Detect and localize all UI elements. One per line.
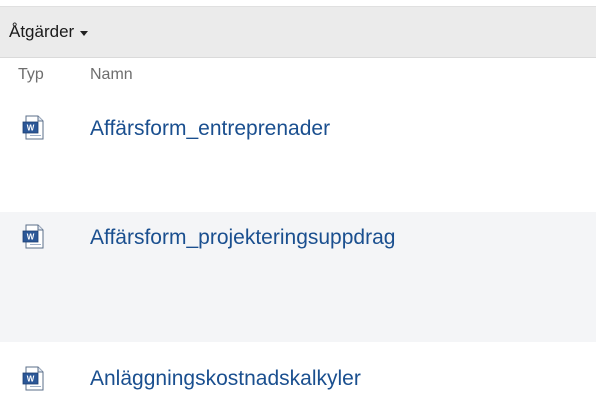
document-row: W Affärsform_entreprenader [0,100,596,208]
word-document-icon[interactable]: W [22,115,46,140]
document-link[interactable]: Affärsform_projekteringsuppdrag [90,226,395,250]
actions-menu-button[interactable]: Åtgärder [9,7,89,57]
actions-toolbar: Åtgärder [0,6,596,58]
svg-text:W: W [27,124,35,133]
document-link[interactable]: Affärsform_entreprenader [90,117,330,141]
word-document-icon[interactable]: W [22,224,46,249]
document-row: W Affärsform_projekteringsuppdrag [0,212,596,342]
svg-text:W: W [27,233,35,242]
word-document-icon[interactable]: W [22,366,46,391]
column-header-type[interactable]: Typ [18,66,44,84]
document-row: W Anläggningskostnadskalkyler [0,344,596,394]
column-header-name[interactable]: Namn [90,66,133,84]
actions-menu-label: Åtgärder [9,22,75,41]
document-link[interactable]: Anläggningskostnadskalkyler [90,367,361,391]
chevron-down-icon [80,30,89,36]
svg-text:W: W [27,375,35,384]
